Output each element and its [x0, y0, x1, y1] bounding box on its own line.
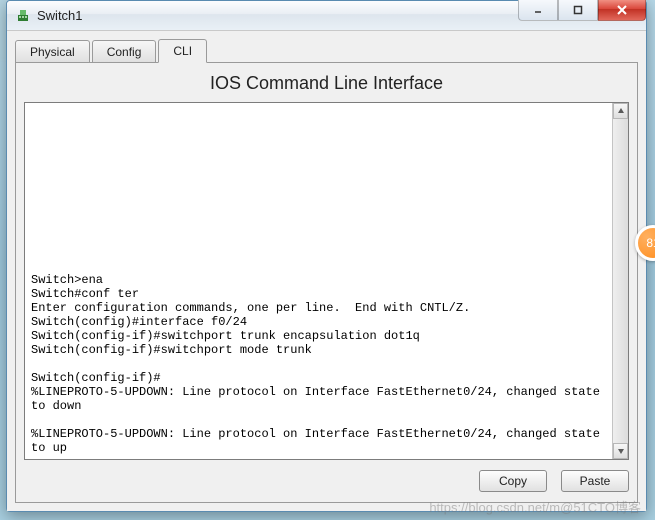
- tabstrip: Physical Config CLI: [15, 37, 638, 63]
- app-window: Switch1 Physical Config CLI IOS Command …: [6, 0, 647, 512]
- tab-config[interactable]: Config: [92, 40, 157, 62]
- minimize-button[interactable]: [518, 0, 558, 21]
- maximize-button[interactable]: [558, 0, 598, 21]
- vertical-scrollbar[interactable]: [612, 103, 628, 459]
- tab-cli[interactable]: CLI: [158, 39, 207, 63]
- console-container: Switch>ena Switch#conf ter Enter configu…: [24, 102, 629, 460]
- scroll-down-button[interactable]: [613, 443, 628, 459]
- button-label: Copy: [499, 474, 527, 488]
- copy-button[interactable]: Copy: [479, 470, 547, 492]
- scroll-up-button[interactable]: [613, 103, 628, 119]
- tab-physical[interactable]: Physical: [15, 40, 90, 62]
- tab-label: Config: [107, 45, 142, 59]
- cli-terminal[interactable]: Switch>ena Switch#conf ter Enter configu…: [25, 103, 612, 459]
- paste-button[interactable]: Paste: [561, 470, 629, 492]
- watermark-text: https://blog.csdn.net/m@51CTO博客: [429, 497, 641, 516]
- window-title: Switch1: [37, 8, 83, 23]
- badge-value: 81: [646, 236, 655, 250]
- tab-label: CLI: [173, 44, 192, 58]
- app-icon: [15, 8, 31, 24]
- window-controls: [518, 0, 646, 21]
- close-button[interactable]: [598, 0, 646, 21]
- cli-panel: IOS Command Line Interface Switch>ena Sw…: [15, 63, 638, 503]
- client-area: Physical Config CLI IOS Command Line Int…: [7, 31, 646, 511]
- tab-label: Physical: [30, 45, 75, 59]
- panel-heading: IOS Command Line Interface: [24, 73, 629, 94]
- button-row: Copy Paste: [24, 460, 629, 492]
- titlebar[interactable]: Switch1: [7, 1, 646, 31]
- button-label: Paste: [580, 474, 611, 488]
